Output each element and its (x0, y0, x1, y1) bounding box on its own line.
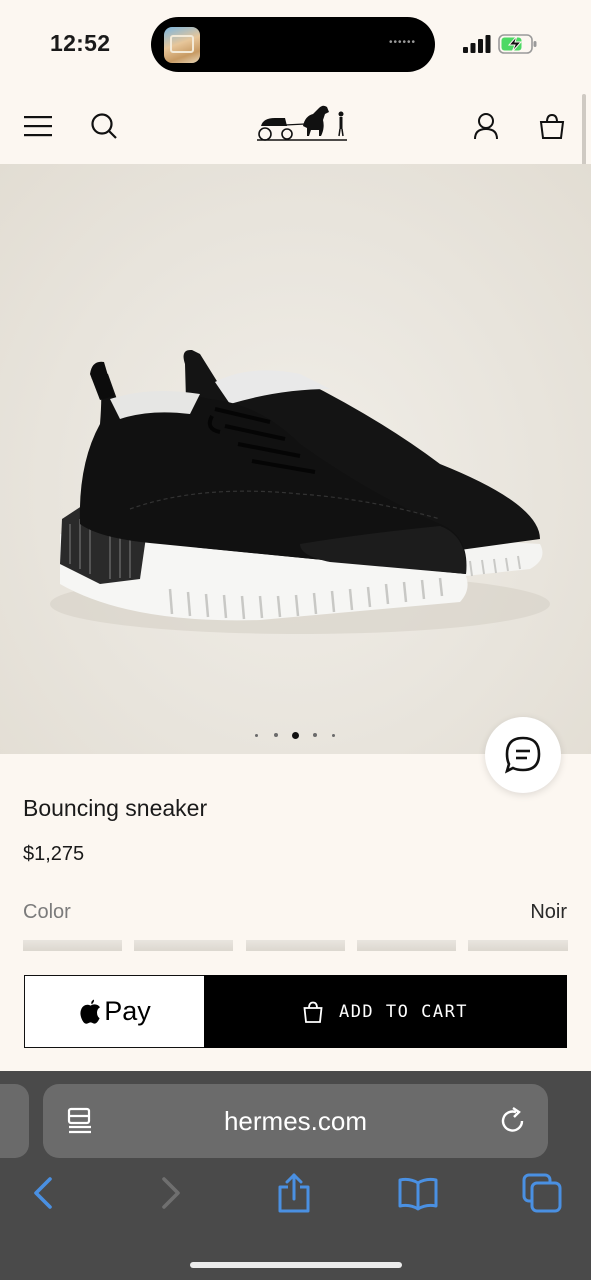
color-swatches (23, 940, 568, 952)
search-icon (91, 113, 117, 139)
apple-pay-button[interactable]: Pay (24, 975, 206, 1048)
add-to-cart-label: ADD TO CART (338, 1001, 469, 1022)
color-swatch[interactable] (134, 940, 233, 951)
island-app-icon[interactable] (164, 27, 200, 63)
carousel-dot[interactable] (332, 734, 335, 737)
previous-tab-preview[interactable] (0, 1084, 29, 1158)
color-swatch[interactable] (23, 940, 122, 951)
address-bar[interactable]: hermes.com (43, 1084, 548, 1158)
hamburger-icon (24, 116, 52, 137)
product-title: Bouncing sneaker (23, 795, 208, 821)
reload-icon[interactable] (498, 1106, 528, 1136)
apple-pay-label: Pay (104, 996, 151, 1026)
home-indicator[interactable] (190, 1262, 402, 1268)
hermes-logo[interactable] (255, 98, 350, 148)
person-icon (474, 113, 498, 140)
product-price: $1,275 (23, 843, 85, 865)
dynamic-island[interactable]: •••••• (151, 17, 435, 72)
carousel-dot[interactable] (274, 733, 278, 737)
clock: 12:52 (50, 30, 111, 56)
cellular-signal-icon (463, 35, 491, 53)
apple-logo-icon (80, 999, 101, 1024)
hermes-carriage-logo (257, 105, 347, 141)
url-text[interactable]: hermes.com (43, 1106, 548, 1137)
bookmarks-icon[interactable] (398, 1173, 438, 1213)
island-activity-indicator: •••••• (389, 37, 417, 48)
status-bar: 12:52 •••••• (0, 0, 591, 88)
carousel-dot[interactable] (255, 734, 258, 737)
add-to-cart-button[interactable]: ADD TO CART (204, 975, 567, 1048)
forward-arrow-icon[interactable] (150, 1173, 190, 1213)
cart-button[interactable] (536, 110, 568, 142)
carousel-dot[interactable] (313, 733, 317, 737)
carousel-dot-active[interactable] (292, 731, 299, 739)
site-header (0, 88, 591, 164)
chat-bubble-icon (504, 736, 541, 774)
account-button[interactable] (470, 110, 502, 142)
selected-color-value: Noir (530, 901, 567, 923)
shopping-bag-icon (539, 113, 565, 139)
tabs-icon[interactable] (522, 1173, 562, 1213)
chat-button[interactable] (485, 717, 561, 793)
sneaker-product-image (50, 349, 550, 634)
back-arrow-icon[interactable] (24, 1173, 64, 1213)
menu-button[interactable] (22, 110, 54, 142)
share-icon[interactable] (274, 1173, 314, 1213)
shopping-bag-icon (303, 1001, 323, 1023)
browser-chrome: hermes.com (0, 1071, 591, 1280)
color-swatch[interactable] (246, 940, 345, 951)
color-swatch[interactable] (468, 940, 568, 951)
product-image-carousel[interactable] (0, 164, 591, 754)
search-button[interactable] (88, 110, 120, 142)
color-swatch[interactable] (357, 940, 456, 951)
battery-charging-icon (498, 34, 537, 54)
color-label: Color (23, 901, 71, 923)
